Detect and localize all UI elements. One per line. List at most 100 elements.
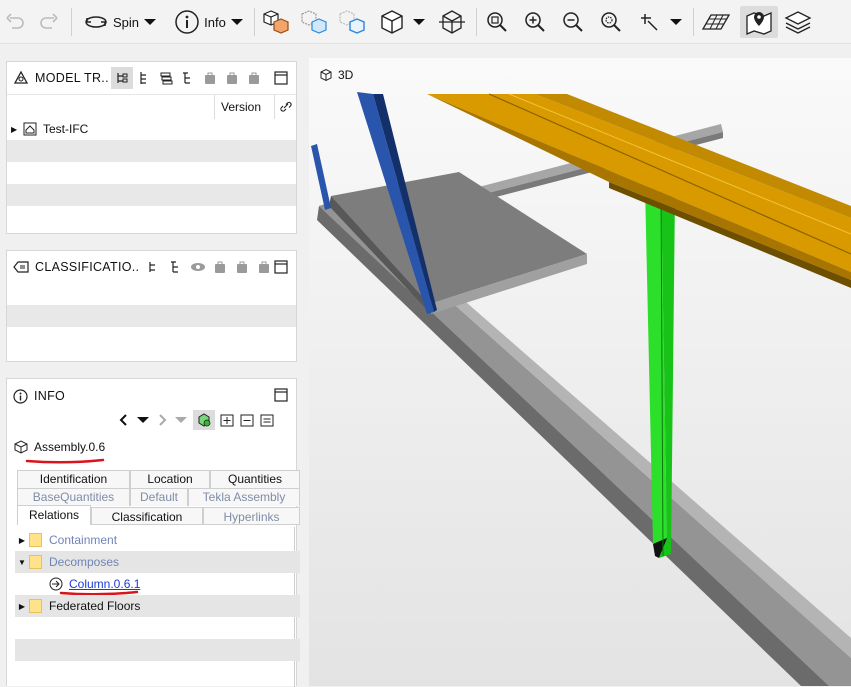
red-annotation-underline — [25, 458, 105, 464]
add-icon[interactable] — [219, 412, 235, 428]
bag-icon — [237, 261, 248, 273]
empty-row — [7, 283, 296, 305]
forward-dropdown-icon[interactable] — [173, 414, 189, 426]
tree-row-column[interactable]: Column.0.6.1 — [15, 573, 300, 595]
spin-icon — [85, 16, 107, 28]
history-dropdown-icon[interactable] — [135, 414, 151, 426]
selection-box-button[interactable] — [334, 6, 370, 38]
maximize-icon[interactable] — [274, 71, 288, 85]
chevron-down-icon — [413, 19, 425, 25]
back-icon[interactable] — [117, 412, 131, 428]
tab-tekla-assembly[interactable]: Tekla Assembly — [188, 488, 300, 506]
toolbar-separator — [71, 8, 72, 36]
spin-dropdown[interactable]: Spin — [80, 6, 160, 38]
toolbar-separator — [254, 8, 255, 36]
tab-relations[interactable]: Relations — [17, 505, 91, 525]
hierarchy-icon — [117, 73, 128, 83]
info-dropdown[interactable]: Info — [170, 6, 248, 38]
forward-icon[interactable] — [155, 412, 169, 428]
bag-button-2[interactable] — [221, 67, 243, 89]
tag-icon — [13, 261, 29, 273]
maximize-icon[interactable] — [274, 388, 288, 402]
info-header: INFO — [7, 379, 296, 413]
group-tree-button[interactable] — [165, 256, 187, 278]
eye-icon — [191, 263, 206, 271]
tree-row-decomposes[interactable]: ▼ Decomposes — [15, 551, 300, 573]
link-column-header[interactable] — [274, 95, 296, 119]
3d-viewport[interactable]: 3D — [309, 58, 851, 686]
tree-row-federated-floors[interactable]: ▶ Federated Floors — [15, 595, 300, 617]
tabs-row-3: Relations Classification Hyperlinks — [17, 505, 300, 525]
version-column-header[interactable]: Version — [214, 95, 274, 119]
stack-icon — [160, 72, 173, 85]
undo-icon — [6, 13, 24, 29]
flat-view-button[interactable] — [133, 67, 155, 89]
zoom-selection-icon — [601, 12, 621, 32]
type-tree-icon — [171, 261, 179, 273]
toggle-icon[interactable] — [259, 412, 275, 428]
bag-button-3[interactable] — [243, 67, 265, 89]
cube-icon — [320, 68, 332, 82]
tab-default[interactable]: Default — [130, 488, 188, 506]
spin-label: Spin — [112, 14, 140, 30]
tab-classification[interactable]: Classification — [91, 507, 203, 525]
grid-button[interactable] — [698, 6, 734, 38]
tree-item-label: Decomposes — [49, 555, 120, 569]
section-button[interactable] — [434, 6, 470, 38]
3d-scene[interactable] — [309, 58, 851, 686]
undo-button[interactable] — [0, 6, 30, 38]
ghost-button[interactable] — [296, 6, 332, 38]
tab-identification[interactable]: Identification — [17, 470, 130, 488]
tree-view-button[interactable] — [110, 67, 133, 89]
box-select-button[interactable] — [258, 6, 294, 38]
expand-arrow-icon[interactable]: ▶ — [11, 125, 23, 134]
expand-arrow-icon[interactable]: ▶ — [15, 536, 29, 545]
folder-icon — [29, 533, 42, 547]
bag-icon — [226, 72, 237, 84]
redo-button[interactable] — [34, 6, 64, 38]
collapse-arrow-icon[interactable]: ▼ — [15, 558, 29, 567]
toolbar-separator — [693, 8, 694, 36]
visibility-button[interactable] — [187, 256, 209, 278]
expand-arrow-icon[interactable]: ▶ — [15, 602, 29, 611]
layers-button[interactable] — [780, 6, 816, 38]
remove-icon[interactable] — [239, 412, 255, 428]
tab-location[interactable]: Location — [130, 470, 210, 488]
empty-row — [15, 617, 300, 639]
tree-row-containment[interactable]: ▶ Containment — [15, 529, 300, 551]
layers-icon — [784, 11, 812, 34]
tree-item-label: Test-IFC — [43, 122, 89, 136]
empty-row — [15, 639, 300, 661]
main-toolbar: Spin Info — [0, 0, 851, 44]
link-icon — [279, 101, 292, 112]
group-view-button[interactable] — [155, 67, 177, 89]
empty-row — [7, 327, 296, 349]
map-button[interactable] — [740, 6, 778, 38]
bag-button-1[interactable] — [199, 67, 221, 89]
view-label[interactable]: 3D — [319, 68, 353, 82]
assembly-icon — [14, 440, 28, 454]
empty-row — [7, 206, 296, 228]
panel-title: INFO — [34, 389, 66, 403]
tab-basequantities[interactable]: BaseQuantities — [17, 488, 130, 506]
maximize-icon[interactable] — [274, 260, 288, 274]
zoom-fit-icon — [487, 12, 507, 32]
zoom-out-button[interactable] — [556, 6, 590, 38]
type-view-button[interactable] — [177, 67, 199, 89]
bag-button-1[interactable] — [209, 256, 231, 278]
tree-row[interactable]: ▶ Test-IFC — [7, 118, 296, 140]
bag-button-3[interactable] — [253, 256, 275, 278]
select-in-view-button[interactable] — [193, 410, 215, 430]
pick-dropdown[interactable] — [632, 6, 688, 38]
zoom-fit-button[interactable] — [480, 6, 514, 38]
tab-quantities[interactable]: Quantities — [210, 470, 300, 488]
tabs-row-1: Identification Location Quantities — [17, 470, 300, 488]
chevron-down-icon — [670, 19, 682, 25]
model-tree-panel: MODEL TR.. Version ▶ Test-IFC — [6, 61, 297, 234]
zoom-in-button[interactable] — [518, 6, 552, 38]
tree-view-button[interactable] — [143, 256, 165, 278]
zoom-selection-button[interactable] — [594, 6, 628, 38]
bag-button-2[interactable] — [231, 256, 253, 278]
tab-hyperlinks[interactable]: Hyperlinks — [203, 507, 300, 525]
cube-view-dropdown[interactable] — [374, 6, 430, 38]
